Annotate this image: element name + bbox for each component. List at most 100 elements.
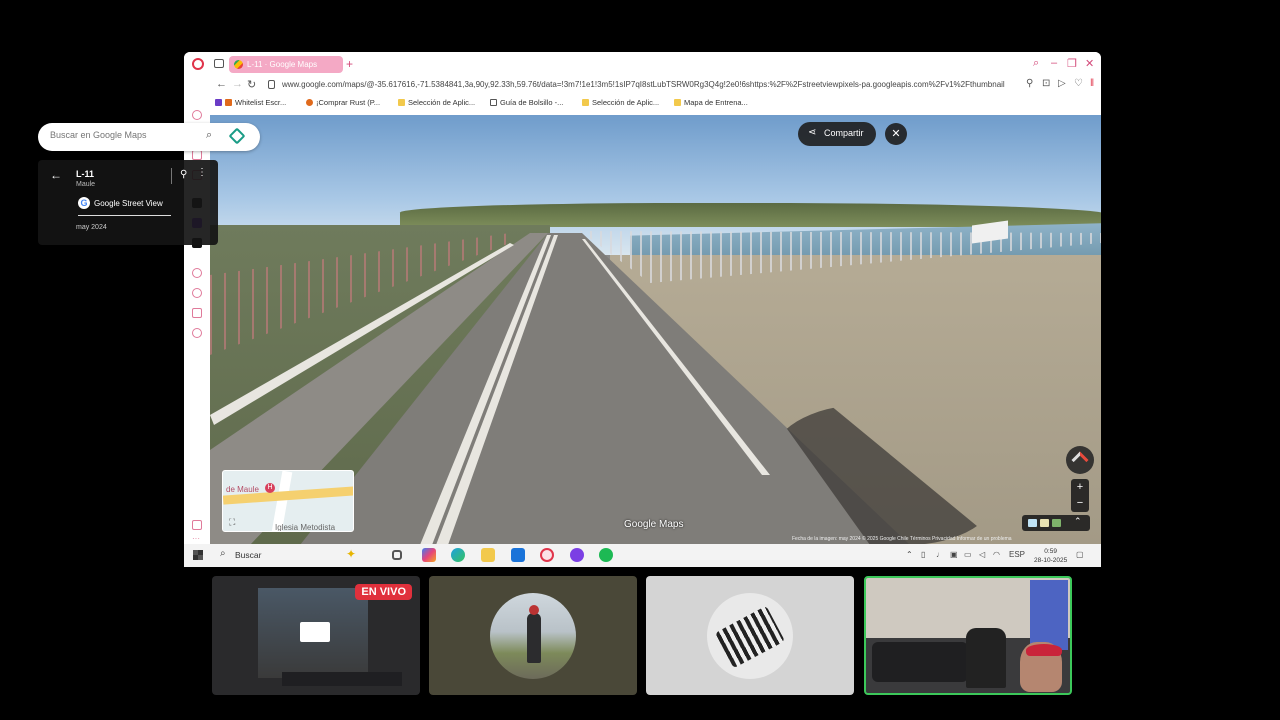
search-tabs-icon[interactable]: ⌕ (1033, 57, 1039, 70)
divider (171, 168, 172, 184)
compass-button[interactable] (1066, 446, 1094, 474)
forward-icon[interactable]: → (232, 78, 243, 90)
bookmark-item[interactable]: ¡Comprar Rust (P... (306, 98, 380, 107)
expand-map-icon[interactable]: ⛶ (229, 517, 235, 528)
play-icon[interactable]: ▷ (1058, 78, 1066, 89)
person-figure (527, 613, 541, 663)
tray-app-icon[interactable]: ▣ (950, 550, 958, 559)
close-icon: ✕ (891, 128, 901, 140)
more-icon[interactable]: ··· (192, 534, 202, 544)
chevron-up-icon[interactable]: ⌃ (906, 550, 913, 559)
reload-icon[interactable]: ↻ (247, 78, 256, 91)
page-icon (490, 99, 497, 106)
search-icon[interactable]: ⌕ (220, 548, 226, 559)
layer-thumb-icon[interactable] (1040, 519, 1049, 527)
capture-date[interactable]: may 2024 (76, 224, 107, 231)
layers-control[interactable]: ⌃ (1022, 515, 1090, 531)
address-bar: ← → ↻ www.google.com/maps/@-35.617616,-7… (184, 76, 1101, 94)
bookmark-icon (306, 99, 313, 106)
messenger-icon[interactable] (192, 150, 202, 160)
bookmark-label: Selección de Aplic... (408, 98, 476, 107)
share-button[interactable]: ⋖ Compartir (798, 122, 876, 146)
taskbar-search[interactable]: Buscar (235, 550, 261, 560)
maximize-icon[interactable]: ❐ (1067, 57, 1077, 70)
back-icon[interactable]: ← (216, 78, 227, 90)
folder-icon (674, 99, 681, 106)
clock-date: 28-10-2025 (1034, 557, 1068, 564)
lock-icon (268, 80, 275, 89)
easy-setup-icon[interactable]: ‖ (1090, 78, 1094, 89)
bookmark-item[interactable]: Selección de Aplic... (582, 98, 659, 107)
battery-icon[interactable]: ▭ (964, 550, 972, 559)
tab-google-maps[interactable]: L-11 · Google Maps (229, 56, 343, 73)
bookmark-label: Mapa de Entrena... (684, 98, 748, 107)
hospital-pin-icon[interactable]: H (265, 483, 275, 493)
snapshot-icon[interactable]: ⊡ (1042, 78, 1050, 89)
street-view-provider: G Google Street View (78, 197, 163, 209)
participant-tile[interactable] (646, 576, 854, 695)
tab-overview-icon[interactable] (214, 59, 224, 68)
zoom-control: + − (1071, 479, 1089, 512)
search-input[interactable] (50, 130, 200, 140)
tray-app-icon[interactable]: ▯ (921, 550, 925, 559)
gx-icon[interactable] (192, 520, 202, 530)
participant-avatar (490, 593, 576, 679)
blue-door (1030, 580, 1068, 650)
task-view-icon[interactable] (392, 550, 402, 560)
bookmark-item[interactable]: Mapa de Entrena... (674, 98, 748, 107)
copilot-sparkle-icon[interactable]: ✦ (346, 547, 356, 561)
pin-icon[interactable]: ⚲ (1026, 78, 1033, 89)
extensions-icon[interactable] (192, 308, 202, 318)
zoom-out-button[interactable]: − (1071, 495, 1089, 511)
volume-icon[interactable]: ◁ (979, 550, 985, 559)
settings-icon[interactable] (192, 328, 202, 338)
webcam-tile-active[interactable] (864, 576, 1072, 695)
location-subtitle: Maule (76, 181, 96, 188)
close-window-icon[interactable]: ✕ (1085, 57, 1094, 70)
maps-search-box[interactable]: ⌕ (38, 123, 260, 151)
opera-logo-icon[interactable] (192, 58, 204, 70)
taskbar-clock[interactable]: 0:59 28-10-2025 (1034, 547, 1067, 565)
language-indicator[interactable]: ESP (1009, 550, 1025, 559)
url-field[interactable]: www.google.com/maps/@-35.617616,-71.5384… (282, 80, 1020, 89)
bookmark-item[interactable]: Selección de Aplic... (398, 98, 475, 107)
location-pin-icon[interactable]: ⚲ (180, 169, 187, 180)
new-tab-icon[interactable]: + (346, 57, 353, 71)
microphone-icon[interactable]: ♩ (936, 550, 944, 559)
heart-icon[interactable]: ♡ (1074, 78, 1083, 89)
minimize-icon[interactable]: – (1051, 57, 1057, 69)
more-options-icon[interactable]: ⋮ (197, 167, 207, 178)
bookmarks-bar: Whitelist Escr... ¡Comprar Rust (P... Se… (184, 96, 1101, 112)
search-icon[interactable]: ⌕ (206, 129, 212, 142)
spotify-icon[interactable] (599, 548, 613, 562)
chevron-up-icon[interactable]: ⌃ (1074, 516, 1082, 527)
layer-thumb-icon[interactable] (1028, 519, 1037, 527)
start-icon[interactable] (193, 550, 203, 560)
wifi-icon[interactable]: ◠ (993, 550, 1000, 559)
gaming-chair (966, 628, 1006, 688)
bookmark-icon (225, 99, 232, 106)
participant-tile[interactable] (429, 576, 637, 695)
history-icon[interactable] (192, 288, 202, 298)
player-icon[interactable] (192, 268, 202, 278)
notifications-icon[interactable]: ▢ (1076, 550, 1084, 559)
copilot-icon[interactable] (422, 548, 436, 562)
bookmark-item[interactable]: Whitelist Escr... (215, 98, 286, 107)
opera-taskbar-icon[interactable] (540, 548, 554, 562)
bookmark-item[interactable]: Guía de Bolsillo -... (490, 98, 563, 107)
file-explorer-icon[interactable] (481, 548, 495, 562)
location-title: L-11 (76, 169, 95, 179)
minimap[interactable]: de Maule H Iglesia Metodista ⛶ (222, 470, 354, 532)
edge-icon[interactable] (451, 548, 465, 562)
zoom-in-button[interactable]: + (1071, 479, 1089, 495)
close-street-view-button[interactable]: ✕ (885, 123, 907, 145)
outlook-icon[interactable] (511, 548, 525, 562)
bookmark-icon (215, 99, 222, 106)
app-taskbar-icon[interactable] (570, 548, 584, 562)
minimap-place-label: de Maule (226, 485, 259, 494)
back-arrow-icon[interactable]: ← (50, 168, 62, 182)
directions-icon[interactable] (228, 127, 246, 145)
screen-share-tile[interactable]: EN VIVO (212, 576, 420, 695)
aria-icon[interactable] (192, 110, 202, 120)
layer-thumb-icon[interactable] (1052, 519, 1061, 527)
